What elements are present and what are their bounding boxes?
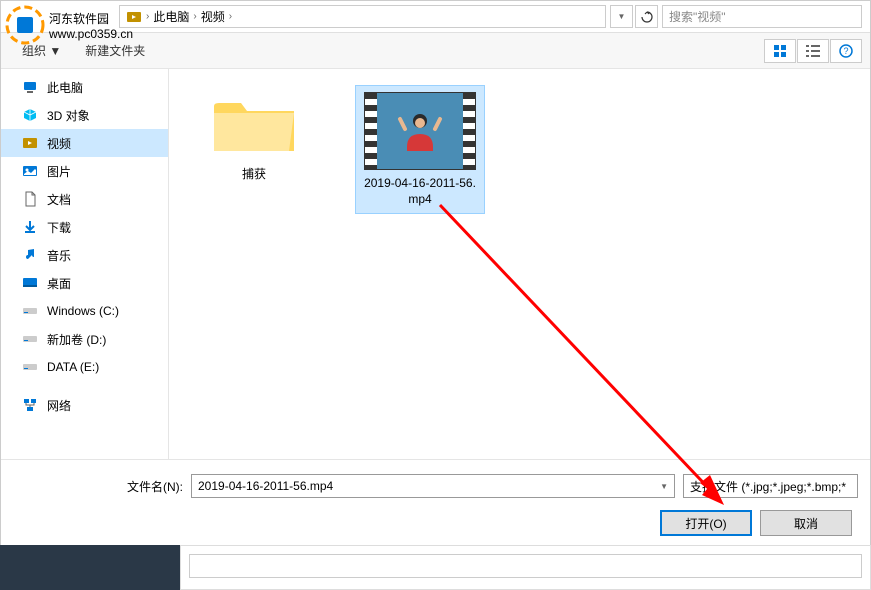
refresh-icon (641, 11, 653, 23)
downloads-icon (21, 218, 39, 236)
list-icon (806, 44, 820, 58)
svg-text:?: ? (843, 46, 848, 56)
folder-item[interactable]: 捕获 (189, 85, 319, 189)
search-input[interactable]: 搜索"视频" (662, 5, 862, 28)
sidebar-item-drive-c[interactable]: Windows (C:) (1, 297, 168, 325)
watermark-title: 河东软件园 (49, 10, 133, 27)
breadcrumb-part[interactable]: 此电脑 (153, 8, 189, 25)
video-thumbnail (364, 92, 476, 170)
documents-icon (21, 190, 39, 208)
breadcrumb-part[interactable]: 视频 (201, 8, 225, 25)
sidebar: 此电脑 3D 对象 视频 图片 文档 下载 (1, 69, 169, 459)
refresh-button[interactable] (635, 5, 658, 28)
sidebar-item-drive-e[interactable]: DATA (E:) (1, 353, 168, 381)
filename-input[interactable]: 2019-04-16-2011-56.mp4 ▼ (191, 474, 675, 498)
video-icon (21, 134, 39, 152)
view-icons-button[interactable] (764, 39, 796, 63)
chevron-right-icon: › (146, 11, 149, 22)
chevron-right-icon: › (229, 11, 232, 22)
filename-label: 文件名(N): (13, 478, 183, 495)
sidebar-item-videos[interactable]: 视频 (1, 129, 168, 157)
open-button[interactable]: 打开(O) (660, 510, 752, 536)
video-file-item[interactable]: 2019-04-16-2011-56.mp4 (355, 85, 485, 214)
sidebar-item-3d[interactable]: 3D 对象 (1, 101, 168, 129)
sidebar-item-music[interactable]: 音乐 (1, 241, 168, 269)
watermark-logo-area: 河东软件园 www.pc0359.cn (5, 5, 133, 45)
drive-icon (21, 330, 39, 348)
chevron-down-icon: ▼ (660, 482, 668, 491)
folder-icon (209, 91, 299, 161)
watermark-url: www.pc0359.cn (49, 27, 133, 41)
background-app-strip (0, 545, 871, 590)
drive-icon (21, 302, 39, 320)
pictures-icon (21, 162, 39, 180)
desktop-icon (21, 274, 39, 292)
help-icon: ? (839, 44, 853, 58)
bottom-panel: 文件名(N): 2019-04-16-2011-56.mp4 ▼ 支持文件 (*… (1, 459, 870, 550)
grid-icon (773, 44, 787, 58)
sidebar-item-computer[interactable]: 此电脑 (1, 73, 168, 101)
watermark-logo-icon (5, 5, 45, 45)
breadcrumb[interactable]: › 此电脑 › 视频 › (119, 5, 606, 28)
help-button[interactable]: ? (830, 39, 862, 63)
sidebar-item-desktop[interactable]: 桌面 (1, 269, 168, 297)
sidebar-item-drive-d[interactable]: 新加卷 (D:) (1, 325, 168, 353)
computer-icon (21, 78, 39, 96)
filetype-select[interactable]: 支持文件 (*.jpg;*.jpeg;*.bmp;* (683, 474, 858, 498)
sidebar-item-downloads[interactable]: 下载 (1, 213, 168, 241)
sidebar-item-pictures[interactable]: 图片 (1, 157, 168, 185)
sidebar-item-network[interactable]: 网络 (1, 391, 168, 419)
chevron-right-icon: › (193, 11, 196, 22)
view-details-button[interactable] (797, 39, 829, 63)
3d-icon (21, 106, 39, 124)
file-list: 捕获 2019-04-16-2011-56.mp4 (169, 69, 870, 459)
music-icon (21, 246, 39, 264)
dropdown-button[interactable]: ▼ (610, 5, 633, 28)
video-filename: 2019-04-16-2011-56.mp4 (362, 176, 478, 207)
drive-icon (21, 358, 39, 376)
folder-name: 捕获 (242, 167, 266, 183)
cancel-button[interactable]: 取消 (760, 510, 852, 536)
network-icon (21, 396, 39, 414)
sidebar-item-documents[interactable]: 文档 (1, 185, 168, 213)
